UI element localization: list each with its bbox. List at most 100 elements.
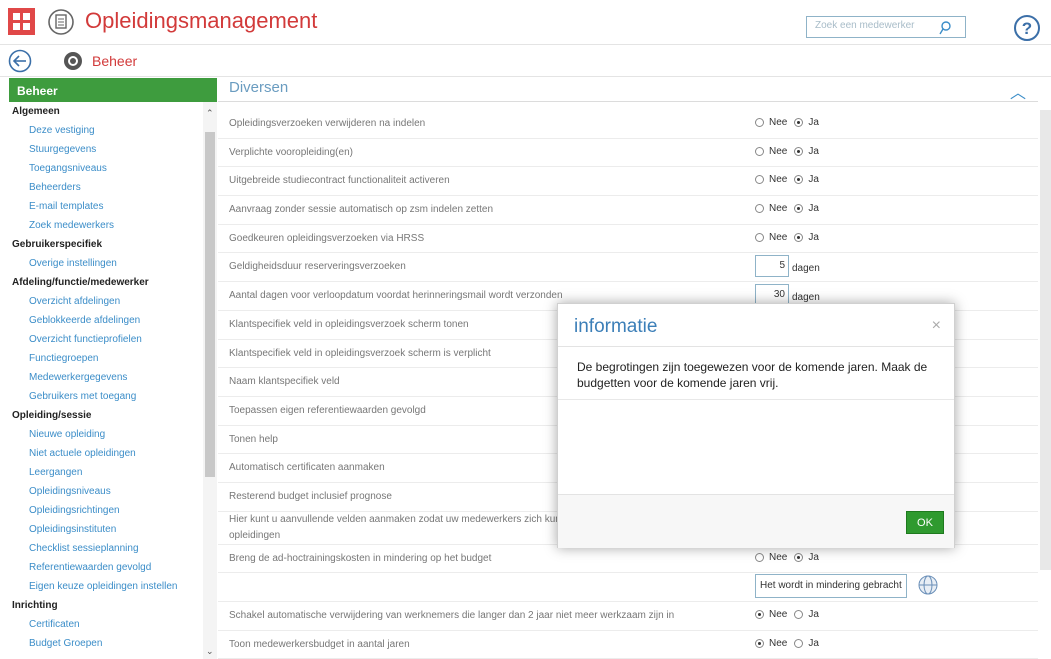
- sidebar-link[interactable]: Stuurgegevens: [9, 140, 217, 159]
- search-input[interactable]: Zoek een medewerker: [806, 16, 966, 38]
- sidebar-category: Gebruikerspecifiek: [12, 239, 103, 250]
- app-grid-icon[interactable]: [8, 8, 35, 35]
- radio-ja[interactable]: [794, 610, 804, 619]
- radio-ja[interactable]: [794, 638, 804, 648]
- help-icon[interactable]: ?: [1013, 14, 1041, 45]
- setting-value: 5 dagen: [755, 255, 820, 278]
- back-arrow-icon[interactable]: [8, 49, 32, 76]
- sidebar-category: Afdeling/functie/medewerker: [12, 277, 149, 288]
- unit-label: dagen: [792, 292, 820, 304]
- sidebar-link[interactable]: Referentiewaarden gevolgd: [9, 558, 217, 577]
- sidebar-link[interactable]: Overzicht afdelingen: [9, 292, 217, 311]
- setting-label: Tonen help: [229, 433, 278, 445]
- gear-icon: [61, 49, 85, 76]
- sidebar-category: Algemeen: [12, 106, 60, 117]
- sidebar-link[interactable]: Overzicht functieprofielen: [9, 330, 217, 349]
- radio-nee[interactable]: [755, 118, 764, 127]
- radio-ja[interactable]: [794, 204, 804, 214]
- setting-label: Goedkeuren opleidingsverzoeken via HRSS: [229, 232, 425, 244]
- sidebar-link[interactable]: Gebruikers met toegang: [9, 387, 217, 406]
- sidebar-link[interactable]: Geblokkeerde afdelingen: [9, 311, 217, 330]
- radio-nee[interactable]: [755, 552, 764, 562]
- close-icon[interactable]: ×: [932, 317, 941, 335]
- setting-value: Nee Ja: [755, 552, 823, 563]
- radio-label-nee: Nee: [769, 203, 788, 215]
- sidebar-link[interactable]: Niet actuele opleidingen: [9, 444, 217, 463]
- dialog-title: informatie: [574, 316, 658, 337]
- radio-ja[interactable]: [794, 552, 804, 562]
- radio-ja[interactable]: [794, 175, 804, 185]
- sidebar-link[interactable]: Checklist sessieplanning: [9, 539, 217, 558]
- search-placeholder: Zoek een medewerker: [815, 20, 915, 31]
- radio-ja[interactable]: [794, 118, 804, 127]
- setting-row: Opleidingsverzoeken verwijderen na indel…: [218, 110, 1038, 139]
- setting-label: Klantspecifiek veld in opleidingsverzoek…: [229, 347, 491, 359]
- setting-value: Nee Ja: [755, 609, 823, 620]
- sidebar-link[interactable]: Medewerkergegevens: [9, 368, 217, 387]
- radio-ja[interactable]: [794, 146, 804, 156]
- radio-nee[interactable]: [755, 232, 764, 242]
- sidebar-link[interactable]: Budget Groepen: [9, 634, 217, 653]
- unit-label: dagen: [792, 263, 820, 275]
- setting-row: Het wordt in mindering gebracht: [218, 573, 1038, 602]
- sidebar-link[interactable]: Opleidingsinstituten: [9, 520, 217, 539]
- divider: [558, 346, 954, 347]
- setting-label: Toepassen eigen referentiewaarden gevolg…: [229, 404, 426, 416]
- sidebar-scrollbar[interactable]: ⌃ ⌄: [203, 102, 217, 659]
- scroll-thumb[interactable]: [205, 132, 215, 477]
- setting-value: Nee Ja: [755, 117, 823, 128]
- sidebar-link[interactable]: Leergangen: [9, 463, 217, 482]
- info-dialog: informatie × De begrotingen zijn toegewe…: [557, 303, 955, 548]
- sidebar-link[interactable]: Nieuwe opleiding: [9, 425, 217, 444]
- sidebar-link[interactable]: Functiegroepen: [9, 349, 217, 368]
- radio-label-nee: Nee: [769, 551, 788, 563]
- setting-label: Automatisch certificaten aanmaken: [229, 462, 385, 474]
- sidebar-link[interactable]: Eigen keuze opleidingen instellen: [9, 577, 217, 596]
- sidebar-link[interactable]: Toegangsniveaus: [9, 159, 217, 178]
- radio-nee[interactable]: [755, 175, 764, 185]
- sidebar-link[interactable]: Beheerders: [9, 178, 217, 197]
- setting-value: Nee Ja: [755, 203, 823, 214]
- radio-label-ja: Ja: [808, 637, 819, 649]
- setting-label: Schakel automatische verwijdering van we…: [229, 610, 675, 621]
- radio-nee[interactable]: [755, 146, 764, 156]
- radio-nee[interactable]: [755, 204, 764, 214]
- setting-label: Geldigheidsduur reserveringsverzoeken: [229, 261, 406, 273]
- globe-icon[interactable]: [918, 575, 938, 598]
- chevron-down-icon[interactable]: ⌄: [206, 646, 214, 657]
- search-icon[interactable]: [939, 21, 951, 38]
- main-scrollbar[interactable]: [1040, 110, 1051, 570]
- sidebar-link[interactable]: Overige instellingen: [9, 254, 217, 273]
- section-title: Diversen: [229, 79, 289, 96]
- sidebar-link[interactable]: Certificaten: [9, 615, 217, 634]
- chevron-up-icon[interactable]: ⌃: [206, 108, 214, 119]
- sidebar-link[interactable]: Zoek medewerkers: [9, 216, 217, 235]
- setting-label: Resterend budget inclusief prognose: [229, 490, 392, 502]
- page-title: Beheer: [92, 53, 138, 69]
- ok-button[interactable]: OK: [906, 511, 944, 534]
- sidebar-link[interactable]: Deze vestiging: [9, 121, 217, 140]
- document-icon: [47, 8, 75, 39]
- number-input[interactable]: 5: [755, 255, 789, 278]
- setting-row: Breng de ad-hoctrainingskosten in minder…: [218, 545, 1038, 574]
- sidebar-link[interactable]: E-mail templates: [9, 197, 217, 216]
- radio-label-ja: Ja: [808, 609, 819, 620]
- radio-label-nee: Nee: [769, 637, 788, 649]
- radio-ja[interactable]: [794, 232, 804, 242]
- text-input[interactable]: Het wordt in mindering gebracht: [755, 574, 907, 599]
- setting-value: Het wordt in mindering gebracht: [755, 574, 938, 599]
- setting-value: Nee Ja: [755, 174, 823, 185]
- sidebar-category: Opleiding/sessie: [12, 410, 92, 421]
- setting-label: Verplichte vooropleiding(en): [229, 146, 353, 158]
- sidebar-link[interactable]: Opleidingsrichtingen: [9, 501, 217, 520]
- sidebar-link[interactable]: Opleidingsniveaus: [9, 482, 217, 501]
- radio-label-nee: Nee: [769, 117, 788, 128]
- radio-nee[interactable]: [755, 610, 764, 619]
- radio-label-ja: Ja: [808, 174, 819, 186]
- sidebar-list: Algemeen Deze vestiging Stuurgegevens Toega…: [9, 102, 217, 659]
- setting-label: Naam klantspecifiek veld: [229, 376, 340, 388]
- radio-nee[interactable]: [755, 638, 764, 648]
- setting-row: Verplichte vooropleiding(en) Nee Ja: [218, 139, 1038, 168]
- chevron-up-icon[interactable]: ︿: [1010, 79, 1026, 103]
- section-header[interactable]: Diversen ︿: [218, 76, 1038, 102]
